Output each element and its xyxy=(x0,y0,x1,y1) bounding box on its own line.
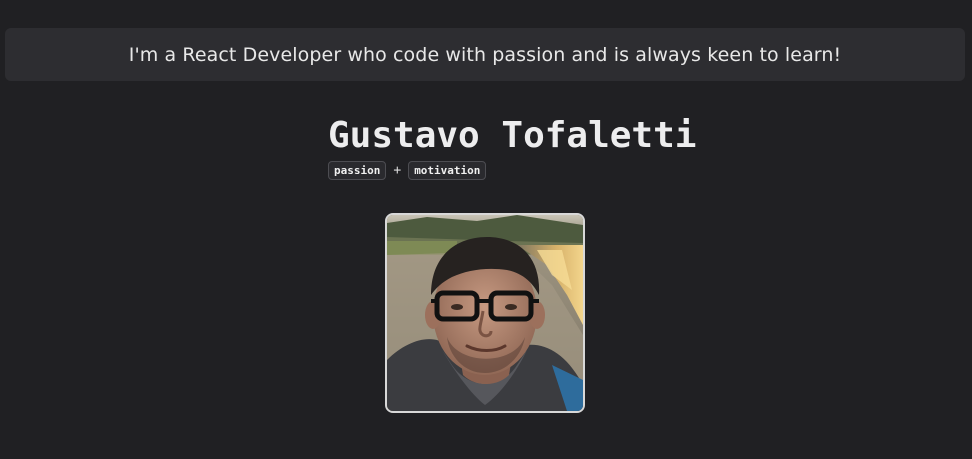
profile-header: Gustavo Tofaletti passion + motivation xyxy=(328,114,696,180)
intro-banner: I'm a React Developer who code with pass… xyxy=(5,28,965,81)
tag-passion: passion xyxy=(328,161,387,180)
profile-photo-illustration xyxy=(387,215,583,411)
profile-tags: passion + motivation xyxy=(328,161,696,180)
tag-motivation: motivation xyxy=(408,161,487,180)
intro-text: I'm a React Developer who code with pass… xyxy=(128,43,842,66)
tag-separator: + xyxy=(393,163,402,178)
profile-name: Gustavo Tofaletti xyxy=(328,115,697,156)
profile-photo xyxy=(385,213,585,413)
